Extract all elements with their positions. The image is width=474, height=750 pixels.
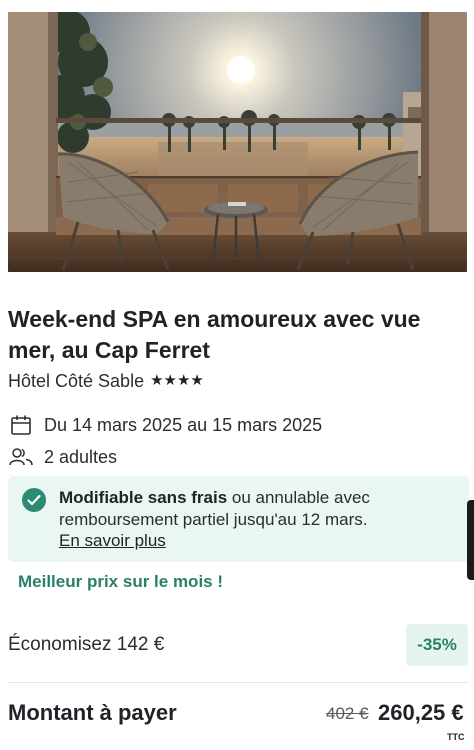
tax-note: TTC (447, 732, 465, 742)
balcony-sea-view-image (8, 12, 467, 272)
best-price-label: Meilleur prix sur le mois ! (18, 572, 224, 591)
cancellation-bold: Modifiable sans frais (59, 488, 228, 507)
dates-row: Du 14 mars 2025 au 15 mars 2025 (8, 414, 322, 436)
discount-badge: -35% (406, 624, 468, 666)
cancellation-info-box: Modifiable sans frais ou annulable avec … (8, 476, 469, 562)
side-tab-handle[interactable] (467, 500, 474, 580)
cancellation-text: Modifiable sans frais ou annulable avec … (59, 487, 459, 552)
savings-text: Économisez 142 € (8, 634, 165, 655)
star-rating: ★★★★ (150, 372, 204, 389)
check-circle-icon (22, 488, 46, 512)
people-icon (8, 446, 34, 468)
hotel-name: Hôtel Côté Sable (8, 371, 145, 391)
page-edge (470, 0, 474, 750)
dates-text: Du 14 mars 2025 au 15 mars 2025 (44, 414, 323, 435)
divider (8, 682, 469, 683)
total-label: Montant à payer (8, 700, 177, 725)
guests-row: 2 adultes (8, 446, 117, 468)
new-price: 260,25 € (378, 700, 464, 725)
offer-title: Week-end SPA en amoureux avec vue mer, a… (8, 306, 421, 363)
calendar-icon (8, 414, 34, 436)
old-price: 402 € (326, 704, 369, 723)
hotel-photo[interactable] (8, 12, 467, 272)
learn-more-link[interactable]: En savoir plus (59, 530, 166, 552)
hotel-info: Hôtel Côté Sable ★★★★ (8, 370, 204, 392)
guests-text: 2 adultes (44, 446, 118, 467)
